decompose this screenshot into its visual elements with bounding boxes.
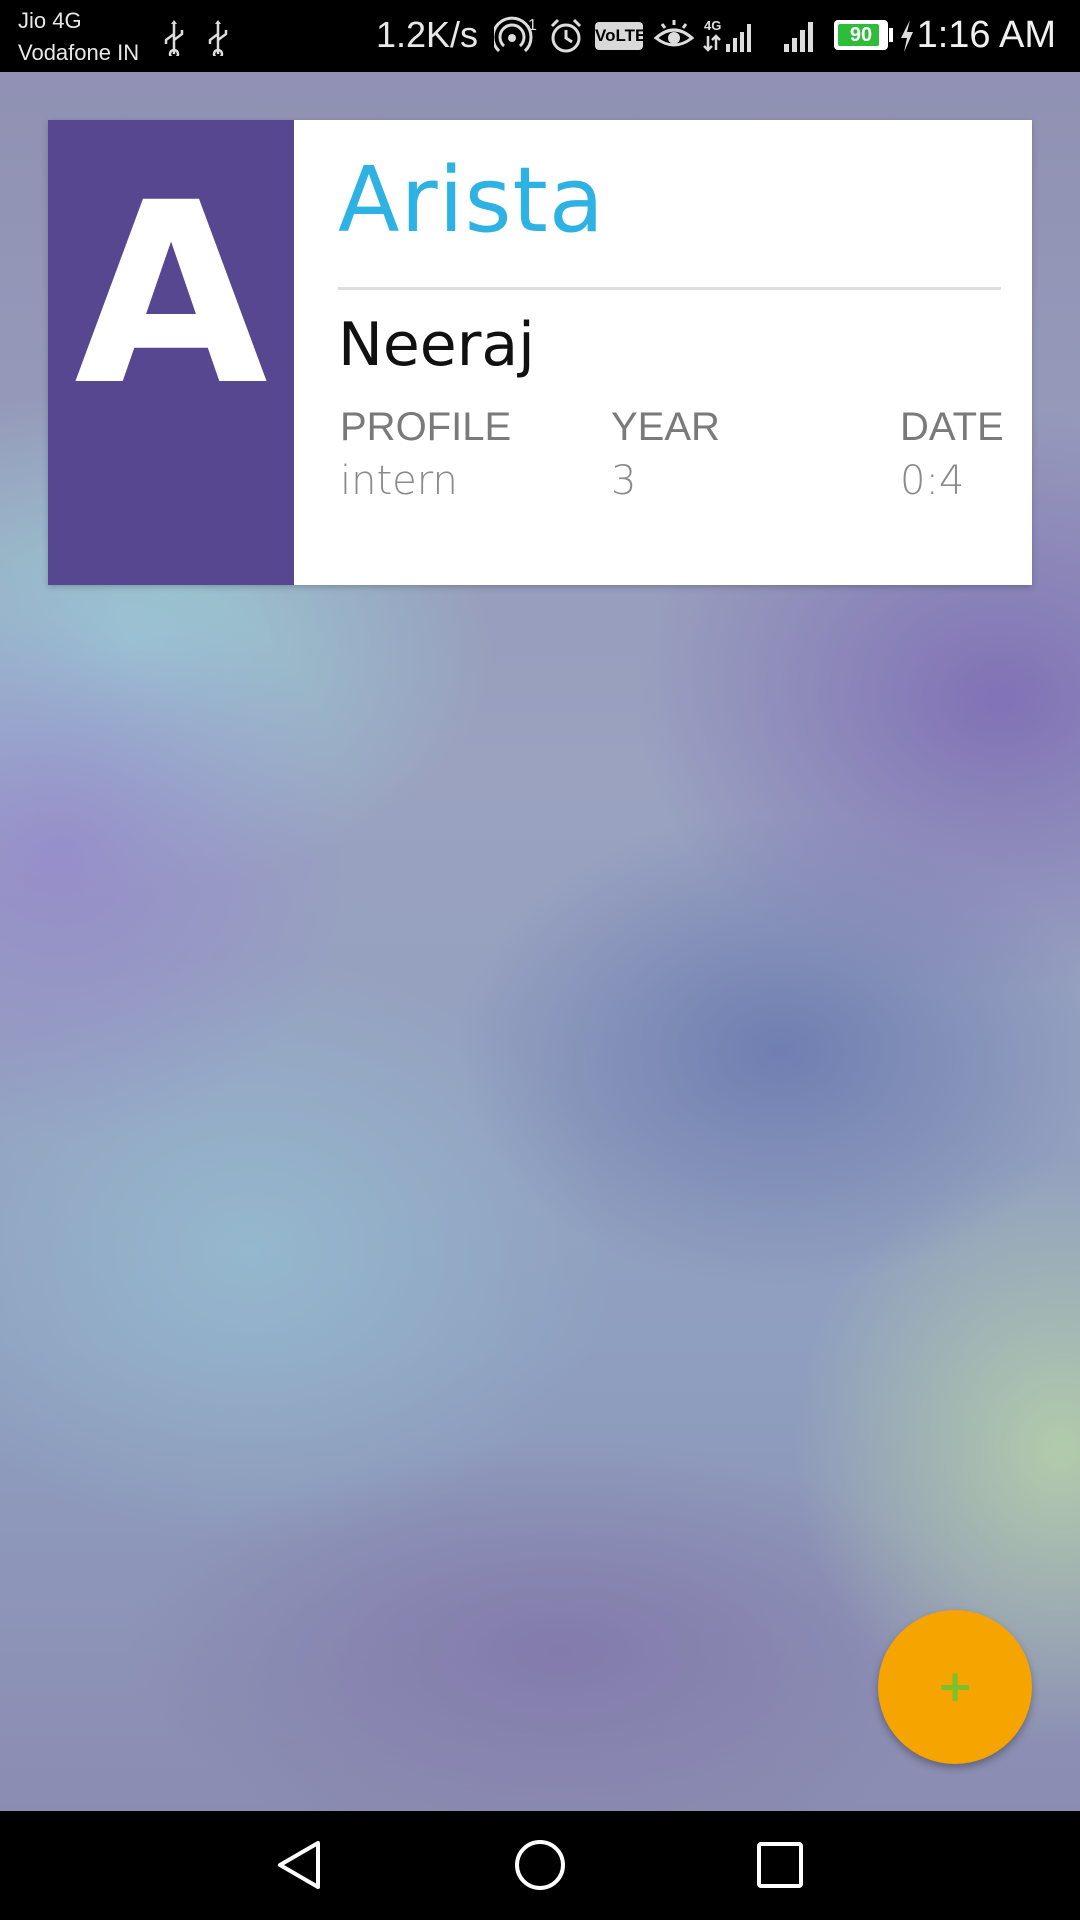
- usb-icon: [164, 20, 184, 56]
- screen: Jio 4G Vodafone IN 1.2K/s 1 VoLTE 4G 90 …: [0, 0, 1080, 1920]
- profile-label: PROFILE: [340, 405, 512, 449]
- carrier-secondary: Vodafone IN: [18, 40, 140, 65]
- year-value: 3: [611, 458, 637, 504]
- year-label: YEAR: [611, 405, 720, 449]
- battery-icon: 90: [834, 20, 888, 50]
- signal-icon: [784, 22, 813, 52]
- back-icon[interactable]: [270, 1835, 330, 1895]
- volte-icon: VoLTE: [595, 22, 646, 50]
- usb-icon: [208, 20, 228, 56]
- recents-icon[interactable]: [750, 1835, 810, 1895]
- company-name: Arista: [338, 148, 605, 253]
- battery-level: 90: [849, 24, 873, 46]
- contact-card[interactable]: A Arista Neeraj PROFILE intern YEAR 3 DA…: [48, 120, 1032, 585]
- alarm-icon: [550, 18, 582, 53]
- network-speed: 1.2K/s: [376, 14, 479, 55]
- navigation-bar: [0, 1811, 1080, 1920]
- charging-icon: [901, 20, 913, 52]
- clock: 1:16 AM: [916, 14, 1056, 56]
- hotspot-badge: 1: [528, 17, 537, 34]
- person-name: Neeraj: [338, 310, 535, 380]
- add-button[interactable]: +: [878, 1610, 1032, 1764]
- svg-text:4G: 4G: [704, 18, 721, 33]
- plus-icon: +: [936, 1661, 974, 1712]
- divider: [338, 287, 1001, 290]
- avatar-letter: A: [74, 149, 268, 440]
- status-bar: Jio 4G Vodafone IN 1.2K/s 1 VoLTE 4G 90 …: [0, 0, 1080, 72]
- date-value: 0:4: [900, 458, 965, 504]
- battery-tip: [889, 28, 893, 42]
- avatar: A: [48, 120, 294, 585]
- eye-comfort-icon: [654, 20, 694, 47]
- hotspot-icon: 1: [494, 16, 537, 53]
- date-label: DATE: [900, 405, 1004, 449]
- signal-4g-icon: 4G: [703, 18, 751, 52]
- carrier-primary: Jio 4G: [18, 8, 82, 33]
- profile-value: intern: [340, 458, 458, 504]
- home-icon[interactable]: [510, 1835, 570, 1895]
